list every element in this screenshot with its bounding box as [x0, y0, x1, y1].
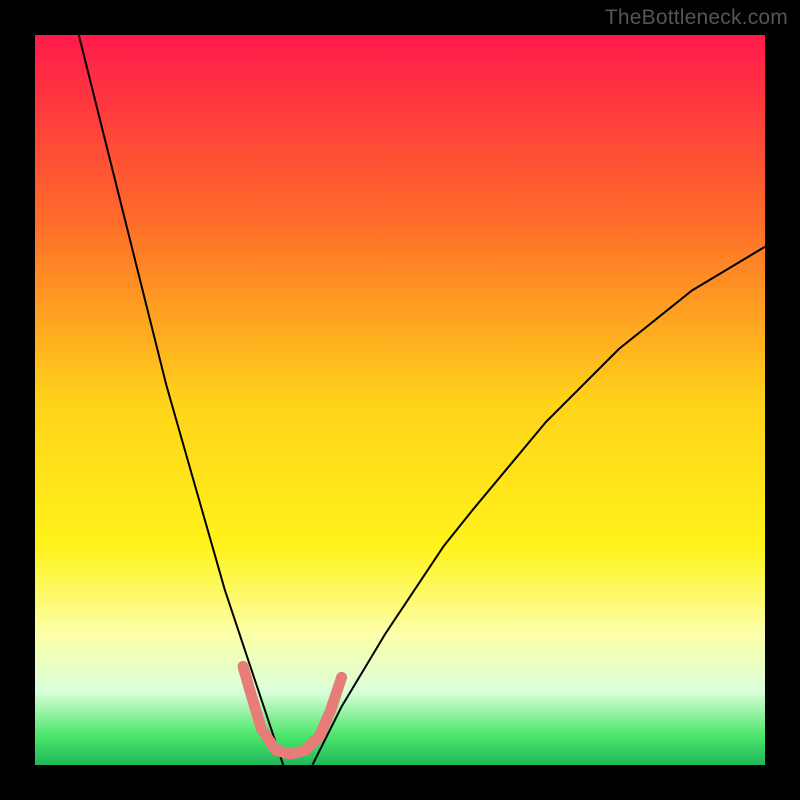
series-left-curve	[79, 35, 283, 765]
series-right-curve	[312, 247, 765, 765]
series-marker-band	[243, 666, 342, 754]
curves-layer	[35, 35, 765, 765]
chart-root: TheBottleneck.com	[0, 0, 800, 800]
watermark-text: TheBottleneck.com	[605, 6, 788, 30]
plot-area	[35, 35, 765, 765]
